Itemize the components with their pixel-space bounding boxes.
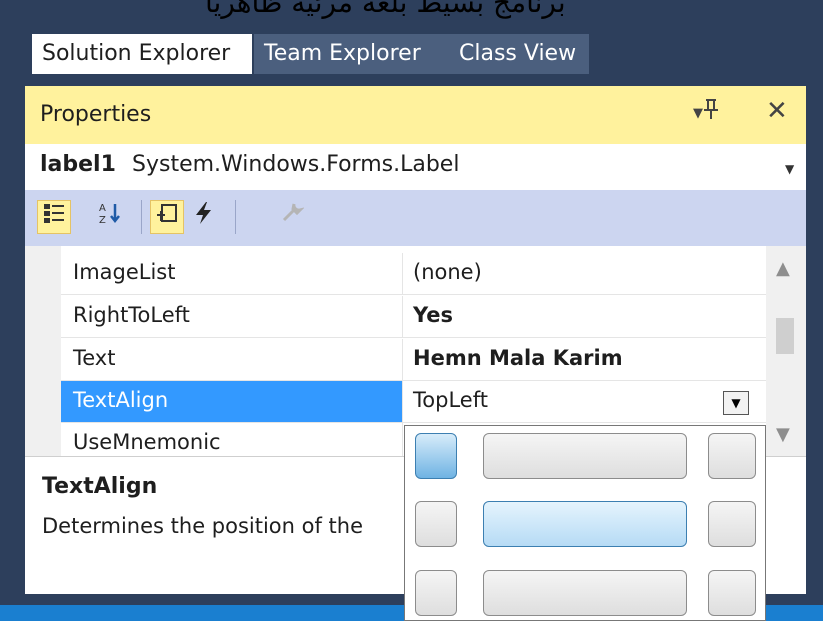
property-grid-gutter: [25, 246, 61, 456]
close-icon[interactable]: ✕: [766, 96, 788, 126]
properties-title: Properties: [40, 102, 152, 127]
tab-solution-explorer[interactable]: Solution Explorer: [32, 34, 252, 74]
property-row-righttoleft[interactable]: RightToLeft Yes: [61, 296, 766, 338]
property-value[interactable]: Yes: [413, 303, 453, 327]
scroll-down-arrow-icon[interactable]: ▼: [776, 424, 790, 445]
column-divider: [402, 253, 403, 294]
align-middle-center-button[interactable]: [483, 501, 687, 547]
window-frame-right: [806, 0, 823, 621]
property-name: ImageList: [73, 260, 176, 284]
align-middle-left-button[interactable]: [415, 501, 457, 547]
chevron-down-icon[interactable]: ▼: [785, 162, 794, 176]
property-value[interactable]: Hemn Mala Karim: [413, 346, 623, 370]
align-top-left-button[interactable]: [415, 433, 457, 479]
property-name: RightToLeft: [73, 303, 190, 327]
description-text: Determines the position of the: [42, 514, 364, 538]
align-bottom-center-button[interactable]: [483, 570, 687, 616]
scroll-up-arrow-icon[interactable]: ▲: [776, 258, 790, 279]
property-row-text[interactable]: Text Hemn Mala Karim: [61, 339, 766, 381]
property-name: TextAlign: [73, 388, 169, 412]
header-text-fragment: برنامج بسيط بلغة مرئية ظاهرياً: [205, 0, 566, 19]
alphabetical-icon[interactable]: A Z: [94, 200, 128, 234]
align-top-right-button[interactable]: [708, 433, 756, 479]
toolbar-separator: [141, 200, 142, 234]
properties-toolbar: [25, 190, 806, 246]
svg-text:Z: Z: [99, 215, 106, 226]
tab-class-view[interactable]: Class View: [449, 34, 589, 74]
scrollbar-thumb[interactable]: [776, 318, 794, 354]
align-bottom-left-button[interactable]: [415, 570, 457, 616]
align-middle-right-button[interactable]: [708, 501, 756, 547]
property-row-textalign[interactable]: TextAlign TopLeft ▼: [61, 381, 766, 423]
dropdown-button[interactable]: ▼: [723, 391, 749, 415]
properties-icon[interactable]: [150, 200, 184, 234]
align-top-center-button[interactable]: [483, 433, 687, 479]
property-value[interactable]: (none): [413, 260, 482, 284]
window-frame-left: [0, 0, 25, 621]
categorized-icon[interactable]: [37, 200, 71, 234]
column-divider: [402, 381, 403, 422]
property-value[interactable]: TopLeft: [413, 388, 488, 412]
alignment-picker: [404, 425, 766, 621]
object-name: label1: [40, 152, 116, 177]
pin-icon[interactable]: [702, 98, 720, 126]
toolbar-separator: [235, 200, 236, 234]
wrench-icon: [275, 200, 309, 234]
column-divider: [402, 296, 403, 337]
property-name: Text: [73, 346, 116, 370]
property-name: UseMnemonic: [73, 430, 221, 454]
description-title: TextAlign: [42, 474, 158, 499]
align-bottom-right-button[interactable]: [708, 570, 756, 616]
property-row-imagelist[interactable]: ImageList (none): [61, 253, 766, 295]
lightning-icon[interactable]: [187, 200, 221, 234]
svg-text:A: A: [99, 203, 106, 214]
object-type: System.Windows.Forms.Label: [132, 152, 460, 177]
column-divider: [402, 339, 403, 380]
tab-team-explorer[interactable]: Team Explorer: [254, 34, 449, 74]
